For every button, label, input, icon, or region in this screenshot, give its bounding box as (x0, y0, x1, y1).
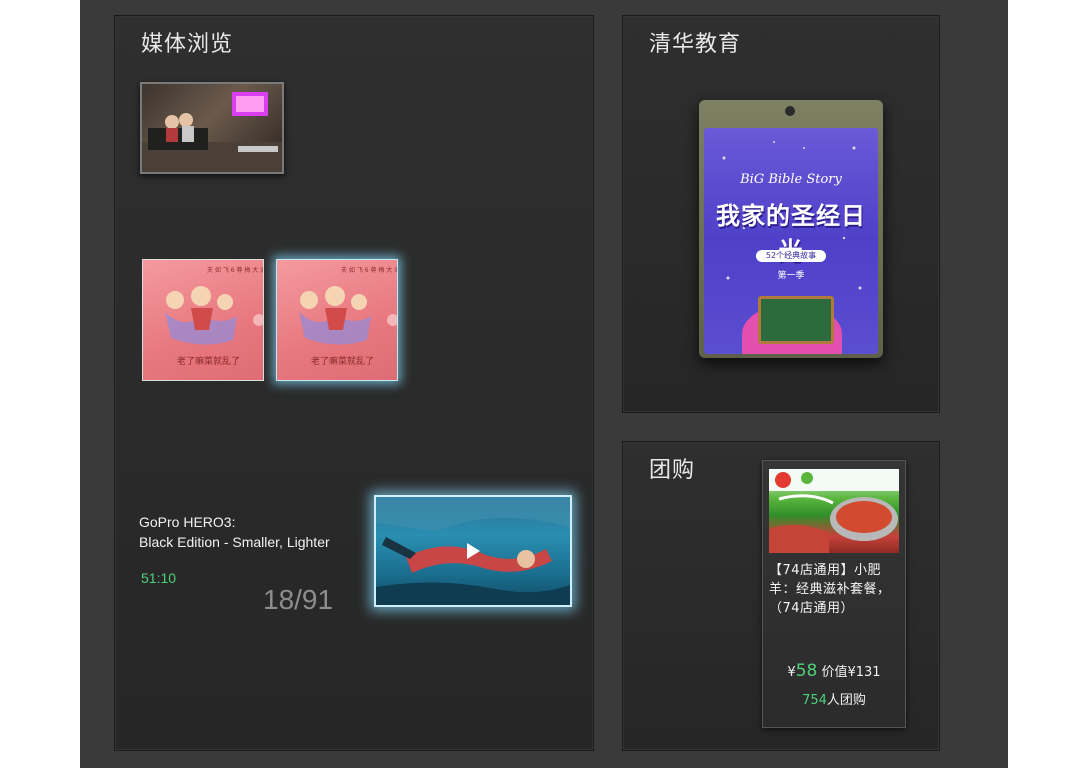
book-season: 第一季 (777, 271, 805, 281)
group-buy-panel-title: 团购 (649, 458, 696, 483)
page-counter: 18/91 (263, 584, 334, 615)
hotpot-deal-image (769, 469, 899, 553)
deal-currency: ¥ (787, 665, 796, 680)
underwater-diver-image (376, 497, 570, 605)
cartoon-album-art: 夫 如 飞 6 尊 梅 大 洲 老了嘛菜就乱了 (299, 266, 397, 367)
dvd-cover: BiG Bible Story 我家的圣经日光 52个经典故事 第一季 (704, 128, 878, 354)
video-title: GoPro HERO3: Black Edition - Smaller, Li… (139, 512, 349, 552)
video-title-line1: GoPro HERO3: (139, 514, 236, 530)
video-thumbnail[interactable] (374, 495, 572, 607)
media-panel-title: 媒体浏览 (141, 32, 234, 57)
tv-living-room-thumbnail[interactable] (140, 82, 284, 174)
deal-original-price: 价值¥131 (821, 665, 881, 680)
deal-card[interactable]: 【74店通用】小肥羊：经典滋补套餐，（74店通用） ¥58 价值¥131 754… (762, 460, 906, 728)
svg-text:夫 如 飞 6 尊 梅 大 洲: 夫 如 飞 6 尊 梅 大 洲 (207, 266, 263, 274)
svg-text:夫 如 飞 6 尊 梅 大 洲: 夫 如 飞 6 尊 梅 大 洲 (341, 266, 397, 274)
video-title-line2: Black Edition - Smaller, Lighter (139, 534, 330, 550)
deal-buyers-count: 754 (802, 693, 827, 708)
svg-text:老了嘛菜就乱了: 老了嘛菜就乱了 (311, 355, 374, 367)
book-badge: 52个经典故事 (756, 250, 826, 262)
deal-prices: ¥58 价值¥131 (763, 661, 905, 681)
deal-buyers-suffix: 人团购 (826, 693, 866, 708)
album-cover-2-selected[interactable]: 夫 如 飞 6 尊 梅 大 洲 老了嘛菜就乱了 (276, 259, 398, 381)
album-cover-1[interactable]: 夫 如 飞 6 尊 梅 大 洲 老了嘛菜就乱了 (142, 259, 264, 381)
launcher-stage: 媒体浏览 夫 如 飞 6 尊 梅 大 洲 老了嘛菜就乱了 夫 如 飞 6 尊 梅… (80, 0, 1008, 768)
svg-text:老了嘛菜就乱了: 老了嘛菜就乱了 (177, 355, 240, 367)
group-buy-panel: 团购 【74店通用】小肥羊：经典滋补套餐，（74店通用） ¥58 价值¥131 (622, 441, 940, 751)
hang-hole-icon (785, 106, 795, 116)
book-title-en: BiG Bible Story (740, 172, 842, 187)
education-panel: 清华教育 BiG Bible Story 我家的圣经日光 52个经典故事 第一季 (622, 15, 940, 413)
media-panel: 媒体浏览 夫 如 飞 6 尊 梅 大 洲 老了嘛菜就乱了 夫 如 飞 6 尊 梅… (114, 15, 594, 751)
video-duration: 51:10 (141, 570, 177, 586)
dvd-case[interactable]: BiG Bible Story 我家的圣经日光 52个经典故事 第一季 (699, 100, 883, 358)
deal-title: 【74店通用】小肥羊：经典滋补套餐，（74店通用） (769, 563, 891, 616)
chalkboard-illustration (758, 296, 834, 344)
hotpot-image (769, 469, 899, 553)
living-room-image (142, 92, 282, 172)
deal-price: 58 (795, 661, 818, 681)
cartoon-album-art: 夫 如 飞 6 尊 梅 大 洲 老了嘛菜就乱了 (165, 266, 263, 367)
deal-buyers: 754人团购 (763, 689, 905, 708)
education-panel-title: 清华教育 (649, 32, 742, 57)
